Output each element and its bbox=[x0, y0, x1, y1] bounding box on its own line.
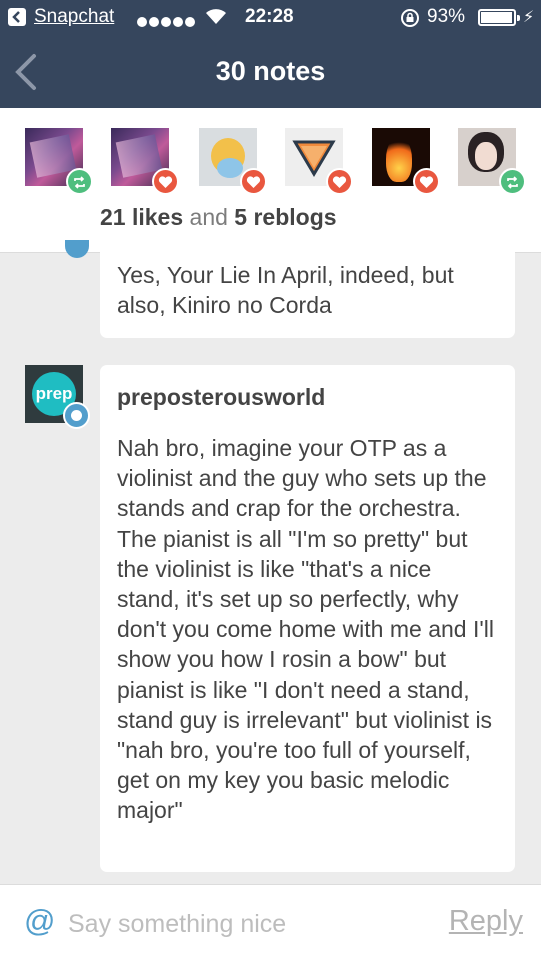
navigation-bar: 30 notes bbox=[0, 40, 541, 108]
rotation-lock-icon bbox=[401, 9, 419, 27]
reblog-icon bbox=[66, 168, 93, 195]
notes-summary: 21 likes and 5 reblogs bbox=[0, 108, 541, 253]
heart-icon bbox=[240, 168, 267, 195]
page-title: 30 notes bbox=[215, 56, 326, 86]
heart-icon bbox=[413, 168, 440, 195]
charging-icon: ⚡ bbox=[523, 9, 535, 26]
reply-icon bbox=[63, 402, 90, 429]
reply-icon bbox=[65, 240, 89, 258]
and-text: and bbox=[189, 204, 228, 230]
heart-icon bbox=[152, 168, 179, 195]
top-bar: Snapchat 22:28 93% ⚡ 30 notes bbox=[0, 0, 541, 108]
reblogs-count[interactable]: 5 reblogs bbox=[234, 204, 336, 230]
avatar[interactable] bbox=[199, 128, 267, 195]
status-bar: Snapchat 22:28 93% ⚡ bbox=[0, 0, 541, 40]
note-text: Nah bro, imagine your OTP as a violinist… bbox=[117, 435, 494, 824]
back-to-app-icon[interactable] bbox=[8, 8, 26, 26]
reply-input[interactable] bbox=[68, 907, 398, 941]
status-time: 22:28 bbox=[245, 6, 294, 27]
avatar[interactable] bbox=[111, 128, 179, 195]
note-text: Yes, Your Lie In April, indeed, but also… bbox=[117, 262, 454, 318]
note-bubble: Yes, Your Lie In April, indeed, but also… bbox=[100, 244, 515, 338]
note-username[interactable]: preposterousworld bbox=[117, 382, 499, 412]
avatar[interactable] bbox=[372, 128, 440, 195]
avatar[interactable] bbox=[458, 128, 526, 195]
signal-dots-icon bbox=[137, 11, 197, 27]
reply-bar: @ Reply bbox=[0, 884, 541, 960]
mention-icon[interactable]: @ bbox=[24, 903, 55, 939]
note-bubble: preposterousworld Nah bro, imagine your … bbox=[100, 365, 515, 872]
back-to-app-label[interactable]: Snapchat bbox=[34, 6, 114, 28]
heart-icon bbox=[326, 168, 353, 195]
avatar[interactable] bbox=[285, 128, 353, 195]
reblog-icon bbox=[499, 168, 526, 195]
battery-icon bbox=[478, 9, 520, 26]
battery-percent: 93% bbox=[427, 6, 466, 27]
wifi-icon bbox=[206, 9, 226, 24]
likes-reblogs-summary: 21 likes and 5 reblogs bbox=[100, 204, 337, 231]
reply-button[interactable]: Reply bbox=[449, 905, 523, 938]
avatar[interactable] bbox=[25, 128, 93, 195]
avatar[interactable]: prep bbox=[25, 365, 90, 429]
likes-count[interactable]: 21 likes bbox=[100, 204, 183, 230]
